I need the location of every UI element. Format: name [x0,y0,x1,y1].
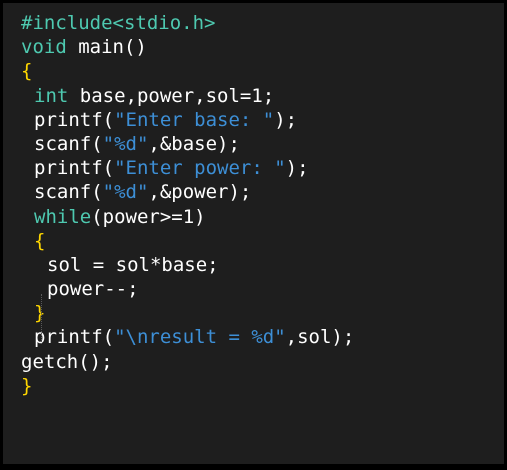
code-token: { [34,229,46,252]
code-token: getch(); [21,350,113,373]
indent-guide [41,294,42,344]
code-line[interactable]: int base,power,sol=1; [3,84,354,108]
code-token: main() [66,36,147,59]
code-line[interactable]: { [3,59,354,83]
code-editor[interactable]: #include<stdio.h> void main(){int base,po… [3,3,504,464]
code-token: printf( [34,326,115,349]
code-token: "\nresult = %d" [114,326,286,349]
code-token: ,&power); [148,181,252,204]
code-token: } [34,302,46,325]
code-line[interactable]: scanf("%d",&base); [3,132,354,156]
code-line[interactable]: while(power>=1) [3,205,354,229]
code-token: printf( [34,157,115,180]
code-line[interactable]: printf("Enter base: "); [3,108,354,132]
code-line[interactable]: } [3,374,354,398]
code-token: printf( [34,108,115,131]
code-area[interactable]: #include<stdio.h> void main(){int base,po… [3,11,354,398]
code-token: (power>=1) [91,205,206,228]
code-line[interactable]: } [3,301,354,325]
code-line[interactable]: sol = sol*base; [3,253,354,277]
code-token: sol = sol*base; [47,253,219,276]
code-token: power--; [47,278,139,301]
code-token: } [21,374,33,397]
code-token: #include<stdio.h> [21,12,216,34]
code-token: scanf( [34,181,103,204]
code-token: "Enter power: " [114,157,286,180]
code-line[interactable]: printf("Enter power: "); [3,156,354,180]
code-line[interactable]: power--; [3,277,354,301]
code-token: while [34,205,92,228]
code-token: ,&base); [148,132,240,155]
code-token: scanf( [34,132,103,155]
code-token: "%d" [102,181,149,204]
code-line[interactable]: printf("\nresult = %d",sol); [3,325,354,349]
code-token: ); [285,157,309,180]
code-token: ,sol); [285,326,355,349]
code-token: { [21,60,33,83]
code-token: "%d" [102,132,149,155]
code-line[interactable]: #include<stdio.h> [3,11,354,35]
code-token: void [21,36,67,59]
code-token: "Enter base: " [114,108,275,131]
code-line[interactable]: void main() [3,35,354,59]
code-line[interactable]: { [3,229,354,253]
code-token: ); [274,108,298,131]
code-line[interactable]: getch(); [3,350,354,374]
code-token: int [34,84,69,107]
code-token: base,power,sol=1; [68,84,275,107]
code-line[interactable]: scanf("%d",&power); [3,180,354,204]
